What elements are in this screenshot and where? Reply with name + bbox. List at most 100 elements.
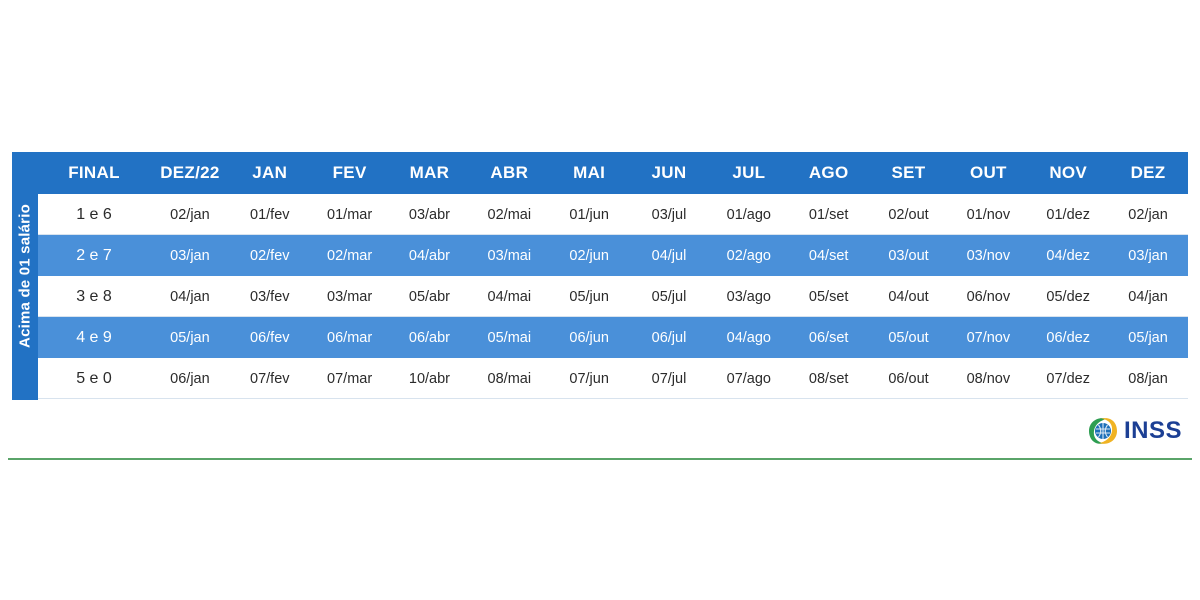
- table-row: 1 e 6 02/jan 01/fev 01/mar 03/abr 02/mai 01/ju…: [38, 194, 1188, 235]
- payment-date-cell: 07/fev: [250, 370, 290, 387]
- column-header-fev: FEV: [332, 163, 367, 182]
- payment-date-cell: 02/out: [888, 206, 929, 223]
- table-row: 2 e 7 03/jan 02/fev 02/mar 04/abr 03/mai 02/ju…: [38, 235, 1188, 276]
- payment-date-cell: 01/ago: [726, 206, 771, 223]
- payment-date-cell: 05/jan: [1128, 329, 1168, 346]
- payment-date-cell: 05/jun: [569, 288, 609, 305]
- payment-date-cell: 03/ago: [726, 288, 771, 305]
- payment-date-cell: 08/nov: [966, 370, 1011, 387]
- column-header-mai: MAI: [573, 163, 606, 182]
- payment-date-cell: 02/jan: [1128, 206, 1168, 223]
- salary-band-label-text: Acima de 01 salário: [16, 204, 34, 348]
- payment-date-cell: 01/fev: [250, 206, 290, 223]
- table-row: 4 e 9 05/jan 06/fev 06/mar 06/abr 05/mai 06/ju…: [38, 317, 1188, 358]
- payment-date-cell: 08/mai: [487, 370, 532, 387]
- payment-date-cell: 04/jan: [170, 288, 210, 305]
- column-header-abr: ABR: [490, 163, 529, 182]
- final-digit-cell: 5 e 0: [76, 369, 112, 387]
- payment-date-cell: 05/abr: [408, 288, 451, 305]
- column-header-jan: JAN: [252, 163, 288, 182]
- payment-date-cell: 05/jan: [170, 329, 210, 346]
- inss-logo: INSS: [1085, 412, 1189, 450]
- payment-date-cell: 02/fev: [250, 247, 290, 264]
- payment-date-cell: 04/ago: [726, 329, 771, 346]
- table-header-row: FINAL DEZ/22 JAN FEV MAR ABR MAI JUN JUL AGO SET OU…: [38, 152, 1188, 194]
- payment-date-cell: 07/jun: [569, 370, 609, 387]
- table-row: 5 e 0 06/jan 07/fev 07/mar 10/abr 08/mai 07/ju…: [38, 358, 1188, 399]
- table-body: 1 e 6 02/jan 01/fev 01/mar 03/abr 02/mai 01/ju…: [38, 194, 1188, 399]
- payment-date-cell: 04/out: [888, 288, 929, 305]
- payment-date-cell: 03/mar: [327, 288, 373, 305]
- column-header-dez-22: DEZ/22: [160, 163, 220, 182]
- column-header-mar: MAR: [409, 163, 450, 182]
- payment-date-cell: 07/mar: [327, 370, 373, 387]
- payment-date-cell: 05/jul: [651, 288, 687, 305]
- payment-date-cell: 06/abr: [408, 329, 451, 346]
- column-header-jun: JUN: [651, 163, 687, 182]
- payment-date-cell: 08/set: [808, 370, 849, 387]
- payment-date-cell: 03/out: [888, 247, 929, 264]
- payment-date-cell: 08/jan: [1128, 370, 1168, 387]
- payment-date-cell: 06/set: [808, 329, 849, 346]
- column-header-dez: DEZ: [1130, 163, 1166, 182]
- payment-date-cell: 02/mar: [327, 247, 373, 264]
- payment-date-cell: 04/mai: [487, 288, 532, 305]
- payment-date-cell: 10/abr: [408, 370, 451, 387]
- payment-date-cell: 06/fev: [250, 329, 290, 346]
- payment-date-cell: 06/jan: [170, 370, 210, 387]
- table-row: 3 e 8 04/jan 03/fev 03/mar 05/abr 04/mai 05/ju…: [38, 276, 1188, 317]
- inss-wordmark: INSS: [1124, 417, 1183, 444]
- payment-date-cell: 04/dez: [1046, 247, 1090, 264]
- payment-date-cell: 07/dez: [1046, 370, 1090, 387]
- payment-date-cell: 01/set: [808, 206, 849, 223]
- table-area: FINAL DEZ/22 JAN FEV MAR ABR MAI JUN JUL AGO SET OU…: [38, 152, 1188, 400]
- column-header-nov: NOV: [1049, 163, 1088, 182]
- payment-date-cell: 01/mar: [327, 206, 373, 223]
- payment-date-cell: 03/nov: [966, 247, 1011, 264]
- payment-date-cell: 01/jun: [569, 206, 609, 223]
- payment-date-cell: 06/mar: [327, 329, 373, 346]
- payment-date-cell: 07/jul: [651, 370, 687, 387]
- payment-date-cell: 04/abr: [408, 247, 451, 264]
- salary-band-label: Acima de 01 salário: [12, 152, 38, 400]
- payment-date-cell: 01/nov: [966, 206, 1011, 223]
- payment-date-cell: 04/jan: [1128, 288, 1168, 305]
- payment-date-cell: 05/out: [888, 329, 929, 346]
- payment-date-cell: 03/mai: [487, 247, 532, 264]
- payment-date-cell: 03/jul: [651, 206, 687, 223]
- payment-date-cell: 06/nov: [966, 288, 1011, 305]
- payment-date-cell: 04/jul: [651, 247, 687, 264]
- column-header-jul: JUL: [732, 163, 766, 182]
- final-digit-cell: 3 e 8: [76, 287, 112, 305]
- payment-date-cell: 01/dez: [1046, 206, 1090, 223]
- payment-date-cell: 02/jun: [569, 247, 609, 264]
- payment-date-cell: 06/jun: [569, 329, 609, 346]
- column-header-ago: AGO: [808, 163, 849, 182]
- payment-date-cell: 02/ago: [726, 247, 771, 264]
- payment-date-cell: 03/fev: [250, 288, 290, 305]
- final-digit-cell: 1 e 6: [76, 205, 112, 223]
- payment-date-cell: 05/mai: [487, 329, 532, 346]
- payment-date-cell: 06/jul: [651, 329, 687, 346]
- column-header-set: SET: [891, 163, 926, 182]
- payment-date-cell: 03/jan: [170, 247, 210, 264]
- column-header-final: FINAL: [68, 163, 120, 182]
- payment-date-cell: 06/dez: [1046, 329, 1090, 346]
- payment-date-cell: 03/abr: [408, 206, 451, 223]
- payment-date-cell: 02/jan: [170, 206, 210, 223]
- payment-calendar-page: Acima de 01 salário FINAL DEZ/22 JAN FEV MAR…: [0, 0, 1200, 600]
- payment-date-cell: 03/jan: [1128, 247, 1168, 264]
- payment-date-cell: 05/set: [808, 288, 849, 305]
- payment-date-cell: 07/nov: [966, 329, 1011, 346]
- bottom-divider: [8, 458, 1192, 460]
- payment-date-cell: 02/mai: [487, 206, 532, 223]
- final-digit-cell: 4 e 9: [76, 328, 112, 346]
- payment-date-cell: 04/set: [808, 247, 849, 264]
- inss-globe-icon: [1085, 415, 1121, 447]
- payment-date-cell: 05/dez: [1046, 288, 1090, 305]
- payment-date-cell: 06/out: [888, 370, 929, 387]
- final-digit-cell: 2 e 7: [76, 246, 112, 264]
- payment-calendar-table: Acima de 01 salário FINAL DEZ/22 JAN FEV MAR…: [12, 152, 1188, 400]
- payment-date-cell: 07/ago: [726, 370, 771, 387]
- column-header-out: OUT: [969, 163, 1007, 182]
